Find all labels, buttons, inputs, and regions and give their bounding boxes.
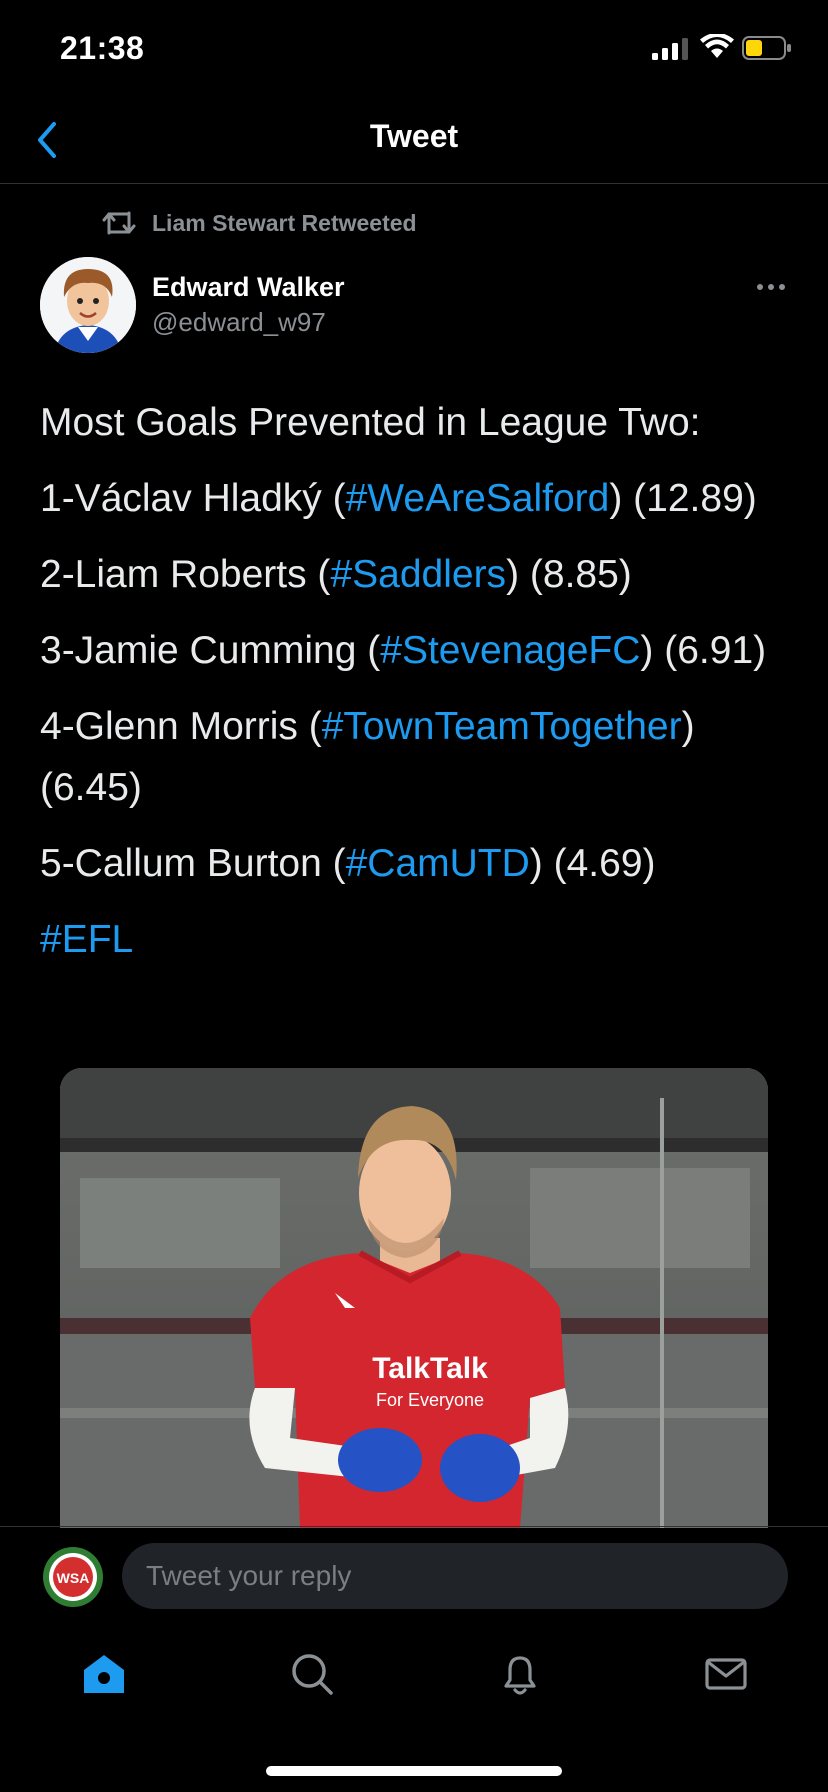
author-name[interactable]: Edward Walker [152,272,345,303]
ranking-line-2: 2-Liam Roberts (#Saddlers) (8.85) [40,553,632,596]
mail-icon[interactable] [702,1650,750,1698]
hashtag-link[interactable]: #TownTeamTogether [322,705,682,748]
ranking-line-1: 1-Václav Hladký (#WeAreSalford) (12.89) [40,477,757,520]
bell-icon[interactable] [496,1650,544,1698]
nav-divider [0,183,828,184]
reply-divider [0,1526,828,1527]
status-time: 21:38 [60,30,145,66]
author-avatar[interactable] [40,257,136,353]
home-indicator[interactable] [266,1766,562,1776]
author-handle[interactable]: @edward_w97 [152,307,326,338]
more-options-icon[interactable] [756,282,786,292]
hashtag-link[interactable]: #EFL [40,918,133,961]
tweet-heading: Most Goals Prevented in League Two: [40,401,701,444]
hashtag-link[interactable]: #CamUTD [346,842,530,885]
user-avatar[interactable]: WSA [42,1546,104,1608]
ranking-line-3: 3-Jamie Cumming (#StevenageFC) (6.91) [40,629,767,672]
hashtag-link[interactable]: #WeAreSalford [346,477,610,520]
footer-hashtag-line: #EFL [40,909,800,970]
shirt-sponsor-sub: For Everyone [376,1390,484,1410]
hashtag-link[interactable]: #Saddlers [330,553,506,596]
home-icon[interactable] [80,1650,128,1698]
shirt-sponsor: TalkTalk [372,1352,488,1385]
page-title: Tweet [369,118,459,154]
wifi-icon [700,34,734,58]
ranking-line-5: 5-Callum Burton (#CamUTD) (4.69) [40,842,656,885]
tweet-photo[interactable]: TalkTalk For Everyone [60,1068,768,1528]
battery-icon [742,36,791,60]
search-icon[interactable] [288,1650,336,1698]
cartoon-avatar-icon [40,257,136,353]
hashtag-link[interactable]: #StevenageFC [380,629,640,672]
retweet-icon [102,211,136,235]
ranking-line-4: 4-Glenn Morris (#TownTeamTogether) (6.45… [40,705,695,809]
reply-input[interactable]: Tweet your reply [122,1543,788,1609]
tweet-text: Most Goals Prevented in League Two: 1-Vá… [40,392,800,985]
cellular-signal-icon [652,38,688,60]
user-avatar-text: WSA [57,1570,90,1586]
goalkeeper-photo: TalkTalk For Everyone [60,1068,768,1528]
retweeted-by-label[interactable]: Liam Stewart Retweeted [152,210,417,237]
